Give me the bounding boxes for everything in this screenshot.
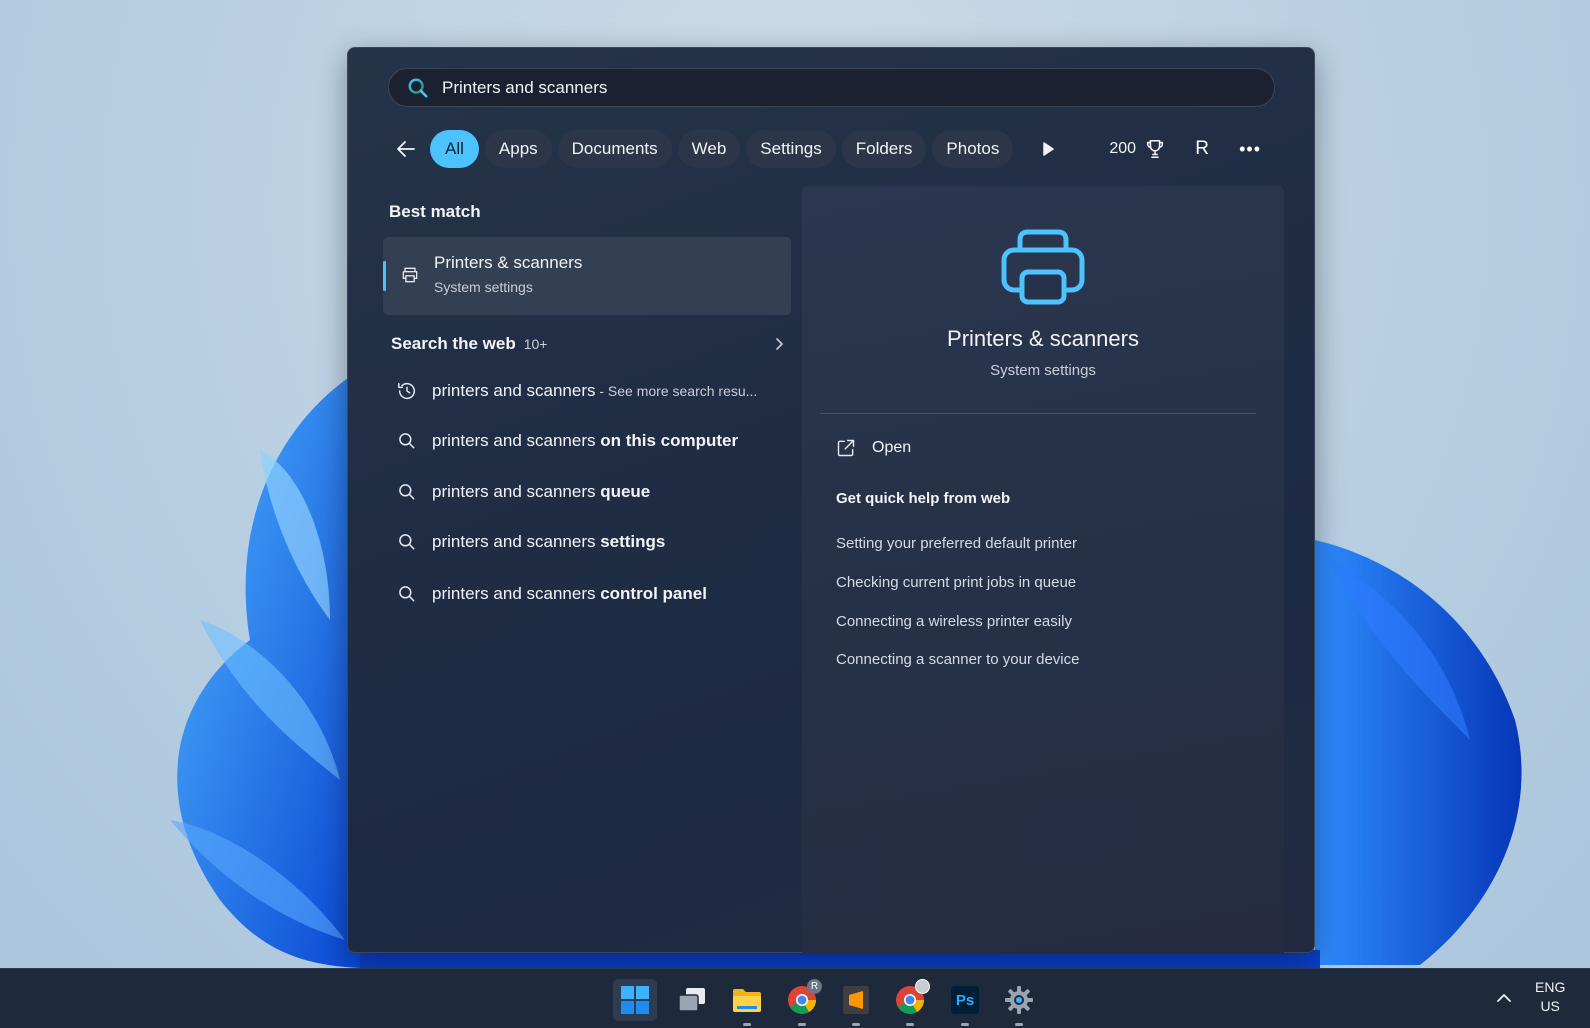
running-indicator: [906, 1023, 914, 1026]
best-match-heading: Best match: [389, 202, 481, 221]
web-suggestion-text: printers and scanners on this computer: [432, 431, 738, 451]
search-icon: [408, 78, 428, 98]
running-indicator: [1015, 1023, 1023, 1026]
web-suggestion-item[interactable]: printers and scanners control panel: [395, 579, 795, 609]
filter-chip-web[interactable]: Web: [677, 130, 741, 168]
language-code: ENG: [1535, 979, 1566, 995]
web-suggestion-completion: control panel: [600, 584, 707, 603]
back-button[interactable]: [388, 131, 424, 167]
result-detail-pane: Printers & scanners System settings Open…: [802, 186, 1284, 954]
more-options-button[interactable]: •••: [1236, 135, 1264, 163]
web-suggestion-completion: queue: [600, 482, 651, 501]
quick-help-heading: Get quick help from web: [836, 490, 1011, 507]
chrome-profile-button[interactable]: R: [780, 979, 824, 1026]
web-suggestion-query: printers and scanners: [432, 381, 596, 400]
filter-bar: All Apps Documents Web Settings Folders …: [388, 130, 1278, 168]
chrome-button[interactable]: [888, 979, 932, 1026]
web-suggestion-text: printers and scanners queue: [432, 482, 650, 502]
help-link[interactable]: Setting your preferred default printer: [836, 535, 1077, 552]
chevron-right-icon: [776, 338, 783, 350]
start-button[interactable]: [613, 979, 657, 1021]
arrow-left-icon: [397, 141, 415, 157]
account-avatar[interactable]: R: [1188, 135, 1216, 163]
profile-avatar-badge: [915, 979, 930, 994]
help-link[interactable]: Connecting a scanner to your device: [836, 651, 1079, 668]
open-label: Open: [872, 439, 912, 456]
web-suggestion-item[interactable]: printers and scanners - See more search …: [395, 376, 795, 406]
filter-chip-all[interactable]: All: [430, 130, 479, 168]
web-suggestion-text: printers and scanners - See more search …: [432, 381, 757, 401]
search-icon: [399, 484, 415, 500]
running-indicator: [798, 1023, 806, 1026]
search-input[interactable]: [442, 77, 1222, 98]
search-icon: [399, 433, 415, 449]
settings-button[interactable]: [997, 979, 1041, 1026]
web-suggestion-query: printers and scanners: [432, 431, 601, 450]
open-action[interactable]: Open: [836, 438, 911, 458]
detail-divider: [820, 413, 1256, 414]
more-filters-button[interactable]: [1035, 136, 1061, 162]
filter-chip-folders[interactable]: Folders: [841, 130, 927, 168]
trophy-icon: [1146, 139, 1164, 159]
running-indicator: [743, 1023, 751, 1026]
filter-chip-settings[interactable]: Settings: [746, 130, 836, 168]
web-suggestion-item[interactable]: printers and scanners on this computer: [395, 426, 795, 456]
best-match-subtitle: System settings: [434, 279, 533, 295]
filter-chip-documents[interactable]: Documents: [557, 130, 672, 168]
best-match-result[interactable]: Printers & scanners System settings: [383, 237, 791, 315]
detail-subtitle: System settings: [990, 362, 1096, 379]
running-indicator: [961, 1023, 969, 1026]
running-indicator: [852, 1023, 860, 1026]
show-hidden-icons-chevron-up-icon[interactable]: [1494, 988, 1514, 1008]
history-icon: [398, 382, 416, 400]
web-suggestion-completion: settings: [600, 532, 666, 551]
filter-chip-apps[interactable]: Apps: [484, 130, 552, 168]
rewards-points[interactable]: 200: [1109, 138, 1166, 160]
region-code: US: [1540, 998, 1560, 1014]
task-view-icon: [678, 988, 705, 1012]
sublime-text-button[interactable]: [834, 979, 878, 1026]
web-suggestion-text: printers and scanners settings: [432, 532, 665, 552]
web-suggestion-item[interactable]: printers and scanners settings: [395, 527, 795, 557]
web-suggestion-query: printers and scanners: [432, 584, 601, 603]
detail-title: Printers & scanners: [947, 326, 1139, 351]
web-suggestion-query: printers and scanners: [432, 532, 601, 551]
printer-icon: [402, 267, 418, 283]
selection-indicator: [383, 261, 386, 291]
task-view-button[interactable]: [670, 979, 714, 1021]
best-match-title: Printers & scanners: [434, 253, 583, 272]
search-the-web-heading: Search the web: [391, 334, 516, 353]
help-link[interactable]: Checking current print jobs in queue: [836, 574, 1076, 591]
web-suggestion-item[interactable]: printers and scanners queue: [395, 477, 795, 507]
rewards-points-value: 200: [1109, 140, 1137, 157]
web-suggestion-text: printers and scanners control panel: [432, 584, 707, 604]
search-icon: [399, 534, 415, 550]
web-results-count: 10+: [523, 336, 548, 352]
search-the-web-header[interactable]: Search the web 10+: [391, 330, 787, 358]
search-box[interactable]: [388, 68, 1275, 107]
input-language-indicator[interactable]: ENG US: [1535, 978, 1565, 1016]
printer-large-icon: [1001, 229, 1085, 305]
file-explorer-button[interactable]: [725, 979, 769, 1026]
web-suggestion-query: printers and scanners: [432, 482, 601, 501]
open-external-icon: [837, 439, 855, 457]
web-suggestion-suffix: - See more search resu...: [595, 383, 758, 399]
windows-logo-icon: [621, 986, 649, 1014]
sublime-text-icon: [843, 986, 869, 1014]
search-panel: All Apps Documents Web Settings Folders …: [347, 47, 1315, 954]
profile-badge: R: [807, 979, 822, 994]
gear-icon: [1005, 986, 1033, 1014]
taskbar: R Ps: [0, 968, 1590, 1028]
filter-chip-photos[interactable]: Photos: [932, 130, 1014, 168]
photoshop-button[interactable]: Ps: [943, 979, 987, 1026]
web-suggestion-completion: on this computer: [600, 431, 739, 450]
photoshop-icon: Ps: [951, 986, 979, 1014]
folder-icon: [733, 989, 761, 1012]
search-icon: [399, 586, 415, 602]
help-link[interactable]: Connecting a wireless printer easily: [836, 613, 1072, 630]
play-icon: [1043, 142, 1055, 156]
